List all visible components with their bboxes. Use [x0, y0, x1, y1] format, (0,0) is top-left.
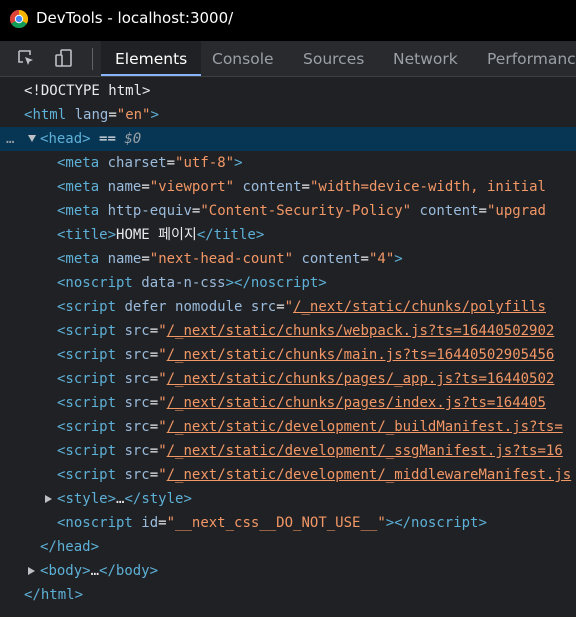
title-text: HOME 페이지 — [116, 227, 197, 243]
noscript2-value: __next_css__DO_NOT_USE__ — [175, 515, 378, 531]
meta-charset-attr: charset — [107, 155, 167, 171]
meta-charset-value: utf-8 — [183, 155, 226, 171]
elements-dom-tree: <!DOCTYPE html> <html lang="en"> … <head… — [0, 78, 576, 617]
dom-node-script[interactable]: <script src="/_next/static/chunks/pages/… — [0, 367, 576, 391]
head-tag-name: head — [48, 131, 83, 147]
tab-performance-label: Performance — [487, 49, 576, 68]
dom-node-script[interactable]: <script src="/_next/static/development/_… — [0, 463, 576, 487]
meta-viewport-content-value: width=device-width, initial — [318, 179, 546, 195]
dom-node-head-selected[interactable]: … <head> == $0 — [0, 127, 576, 151]
chrome-logo-icon — [10, 10, 28, 28]
html-attr-value: en — [125, 107, 143, 123]
head-close-tag-name: head — [56, 539, 91, 555]
meta-viewport-attr-content: content — [242, 179, 302, 195]
meta-count-attr-content: content — [301, 251, 361, 267]
device-toggle-icon — [55, 49, 72, 67]
dom-node-title[interactable]: <title>HOME 페이지</title> — [0, 223, 576, 247]
meta-viewport-attr-name: name — [107, 179, 142, 195]
dom-node-script-polyfills[interactable]: <script defer nomodule src="/_next/stati… — [0, 295, 576, 319]
dom-node-body-collapsed[interactable]: <body>…</body> — [0, 559, 576, 583]
dom-node-noscript-css[interactable]: <noscript data-n-css></noscript> — [0, 271, 576, 295]
html-tag-name: html — [32, 107, 67, 123]
tab-performance[interactable]: Performance — [487, 41, 576, 76]
script-src-link[interactable]: /_next/static/chunks/webpack.js?ts=16440… — [167, 323, 555, 339]
dom-node-doctype[interactable]: <!DOCTYPE html> — [0, 79, 576, 103]
dom-node-script[interactable]: <script src="/_next/static/chunks/main.j… — [0, 343, 576, 367]
window-titlebar: DevTools - localhost:3000/ — [0, 0, 576, 41]
toolbar-divider — [92, 48, 93, 70]
dom-node-meta-viewport[interactable]: <meta name="viewport" content="width=dev… — [0, 175, 576, 199]
style-expand-arrow-icon[interactable] — [45, 495, 52, 503]
script-src-link[interactable]: /_next/static/chunks/main.js?ts=16440502… — [167, 347, 555, 363]
meta-count-name-value: next-head-count — [158, 251, 285, 267]
tab-console-label: Console — [212, 49, 274, 68]
dom-node-head-close[interactable]: </head> — [0, 535, 576, 559]
dom-node-script[interactable]: <script src="/_next/static/development/_… — [0, 439, 576, 463]
meta-count-attr-name: name — [107, 251, 142, 267]
script-src-link[interactable]: /_next/static/development/_buildManifest… — [167, 419, 563, 435]
dom-node-script[interactable]: <script src="/_next/static/chunks/pages/… — [0, 391, 576, 415]
script-polyfills-attrs: defer nomodule — [124, 299, 243, 315]
meta-csp-attr-name: http-equiv — [107, 203, 192, 219]
dom-node-meta-head-count[interactable]: <meta name="next-head-count" content="4"… — [0, 247, 576, 271]
dom-node-noscript-next-css[interactable]: <noscript id="__next_css__DO_NOT_USE__">… — [0, 511, 576, 535]
dom-node-meta-csp[interactable]: <meta http-equiv="Content-Security-Polic… — [0, 199, 576, 223]
script-src-link[interactable]: /_next/static/chunks/pages/_app.js?ts=16… — [167, 371, 555, 387]
window-title: DevTools - localhost:3000/ — [36, 9, 234, 27]
script-src-link[interactable]: /_next/static/development/_middlewareMan… — [167, 467, 572, 483]
selected-eq-marker: == — [90, 131, 125, 147]
dom-node-meta-charset[interactable]: <meta charset="utf-8"> — [0, 151, 576, 175]
dom-node-html-close[interactable]: </html> — [0, 583, 576, 607]
script-src-link[interactable]: /_next/static/chunks/pages/index.js?ts=1… — [167, 395, 546, 411]
tab-elements-label: Elements — [115, 49, 188, 68]
body-tag-name: body — [48, 563, 83, 579]
dom-node-script[interactable]: <script src="/_next/static/development/_… — [0, 415, 576, 439]
style-tag-name: style — [65, 491, 108, 507]
tab-sources-label: Sources — [303, 49, 365, 68]
meta-csp-name-value: Content-Security-Policy — [208, 203, 403, 219]
script-src-link[interactable]: /_next/static/development/_ssgManifest.j… — [167, 443, 563, 459]
noscript2-attr: id — [141, 515, 159, 531]
meta-count-content-value: 4 — [377, 251, 386, 267]
meta-viewport-name-value: viewport — [158, 179, 226, 195]
dom-node-style-collapsed[interactable]: <style>…</style> — [0, 487, 576, 511]
body-ellipsis: … — [90, 563, 100, 579]
meta-csp-content-value: upgrad — [495, 203, 546, 219]
node-actions-dots[interactable]: … — [6, 127, 15, 151]
html-attr-name: lang — [74, 107, 109, 123]
dom-node-script[interactable]: <script src="/_next/static/chunks/webpac… — [0, 319, 576, 343]
noscript-attr: data-n-css — [141, 275, 226, 291]
tab-elements[interactable]: Elements — [101, 41, 202, 76]
head-expand-arrow-icon[interactable] — [28, 135, 36, 142]
selected-ref: $0 — [124, 131, 142, 147]
html-close-tag-name: html — [40, 587, 75, 603]
doctype-text: <!DOCTYPE html> — [24, 83, 151, 99]
inspect-element-button[interactable] — [14, 46, 38, 70]
script-polyfills-src-link[interactable]: /_next/static/chunks/polyfills — [293, 299, 546, 315]
devtools-toolbar: Elements Console Sources Network Perform… — [0, 41, 576, 77]
tab-console[interactable]: Console — [212, 41, 274, 76]
tab-network[interactable]: Network — [393, 41, 458, 76]
tab-network-label: Network — [393, 49, 458, 68]
device-toolbar-button[interactable] — [52, 46, 76, 70]
body-expand-arrow-icon[interactable] — [28, 567, 35, 575]
inspect-cursor-icon — [18, 50, 33, 65]
tab-sources[interactable]: Sources — [303, 41, 364, 76]
meta-csp-attr-content: content — [419, 203, 479, 219]
dom-node-html[interactable]: <html lang="en"> — [0, 103, 576, 127]
